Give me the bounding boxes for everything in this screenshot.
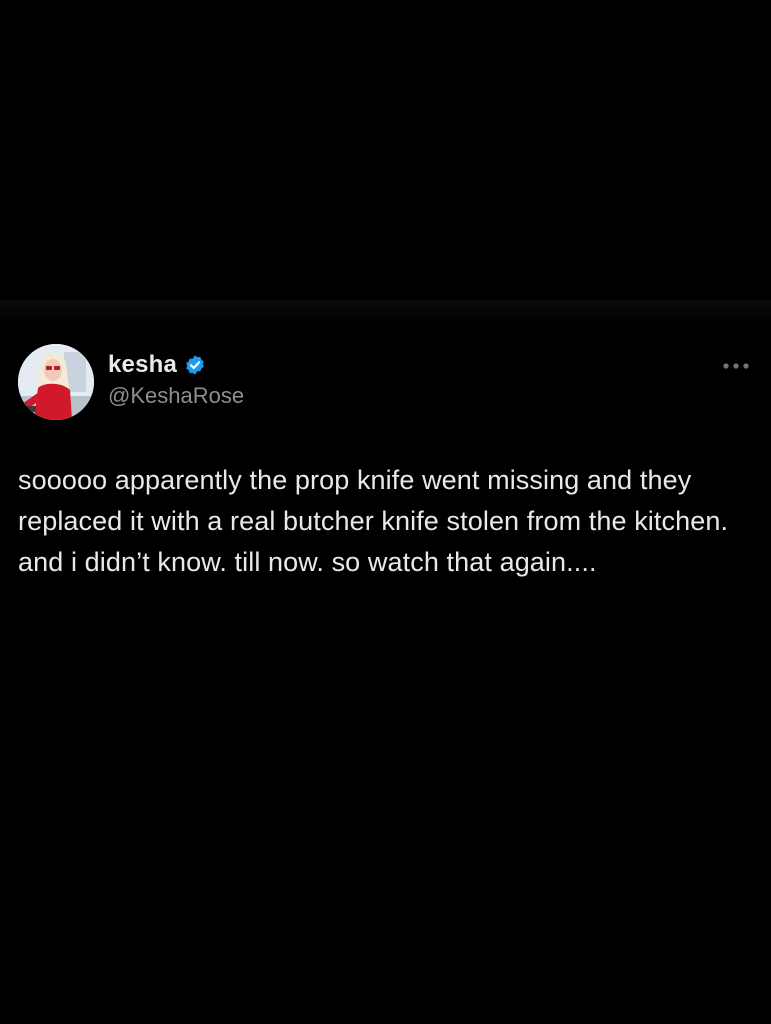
screenshot-page: kesha @KeshaRose sooooo apparently the p…	[0, 0, 771, 1024]
ellipsis-icon	[723, 363, 749, 369]
author-display-name[interactable]: kesha	[108, 351, 177, 379]
verified-badge-icon	[184, 354, 206, 376]
author-name-row: kesha	[108, 350, 206, 380]
tweet-card[interactable]: kesha @KeshaRose sooooo apparently the p…	[0, 322, 771, 1024]
more-options-button[interactable]	[714, 352, 758, 380]
section-divider	[0, 300, 771, 322]
tweet-body-text: sooooo apparently the prop knife went mi…	[18, 465, 736, 577]
empty-top-area	[0, 0, 771, 300]
author-avatar[interactable]	[18, 344, 94, 420]
avatar-image	[18, 344, 94, 420]
author-handle[interactable]: @KeshaRose	[108, 383, 244, 409]
